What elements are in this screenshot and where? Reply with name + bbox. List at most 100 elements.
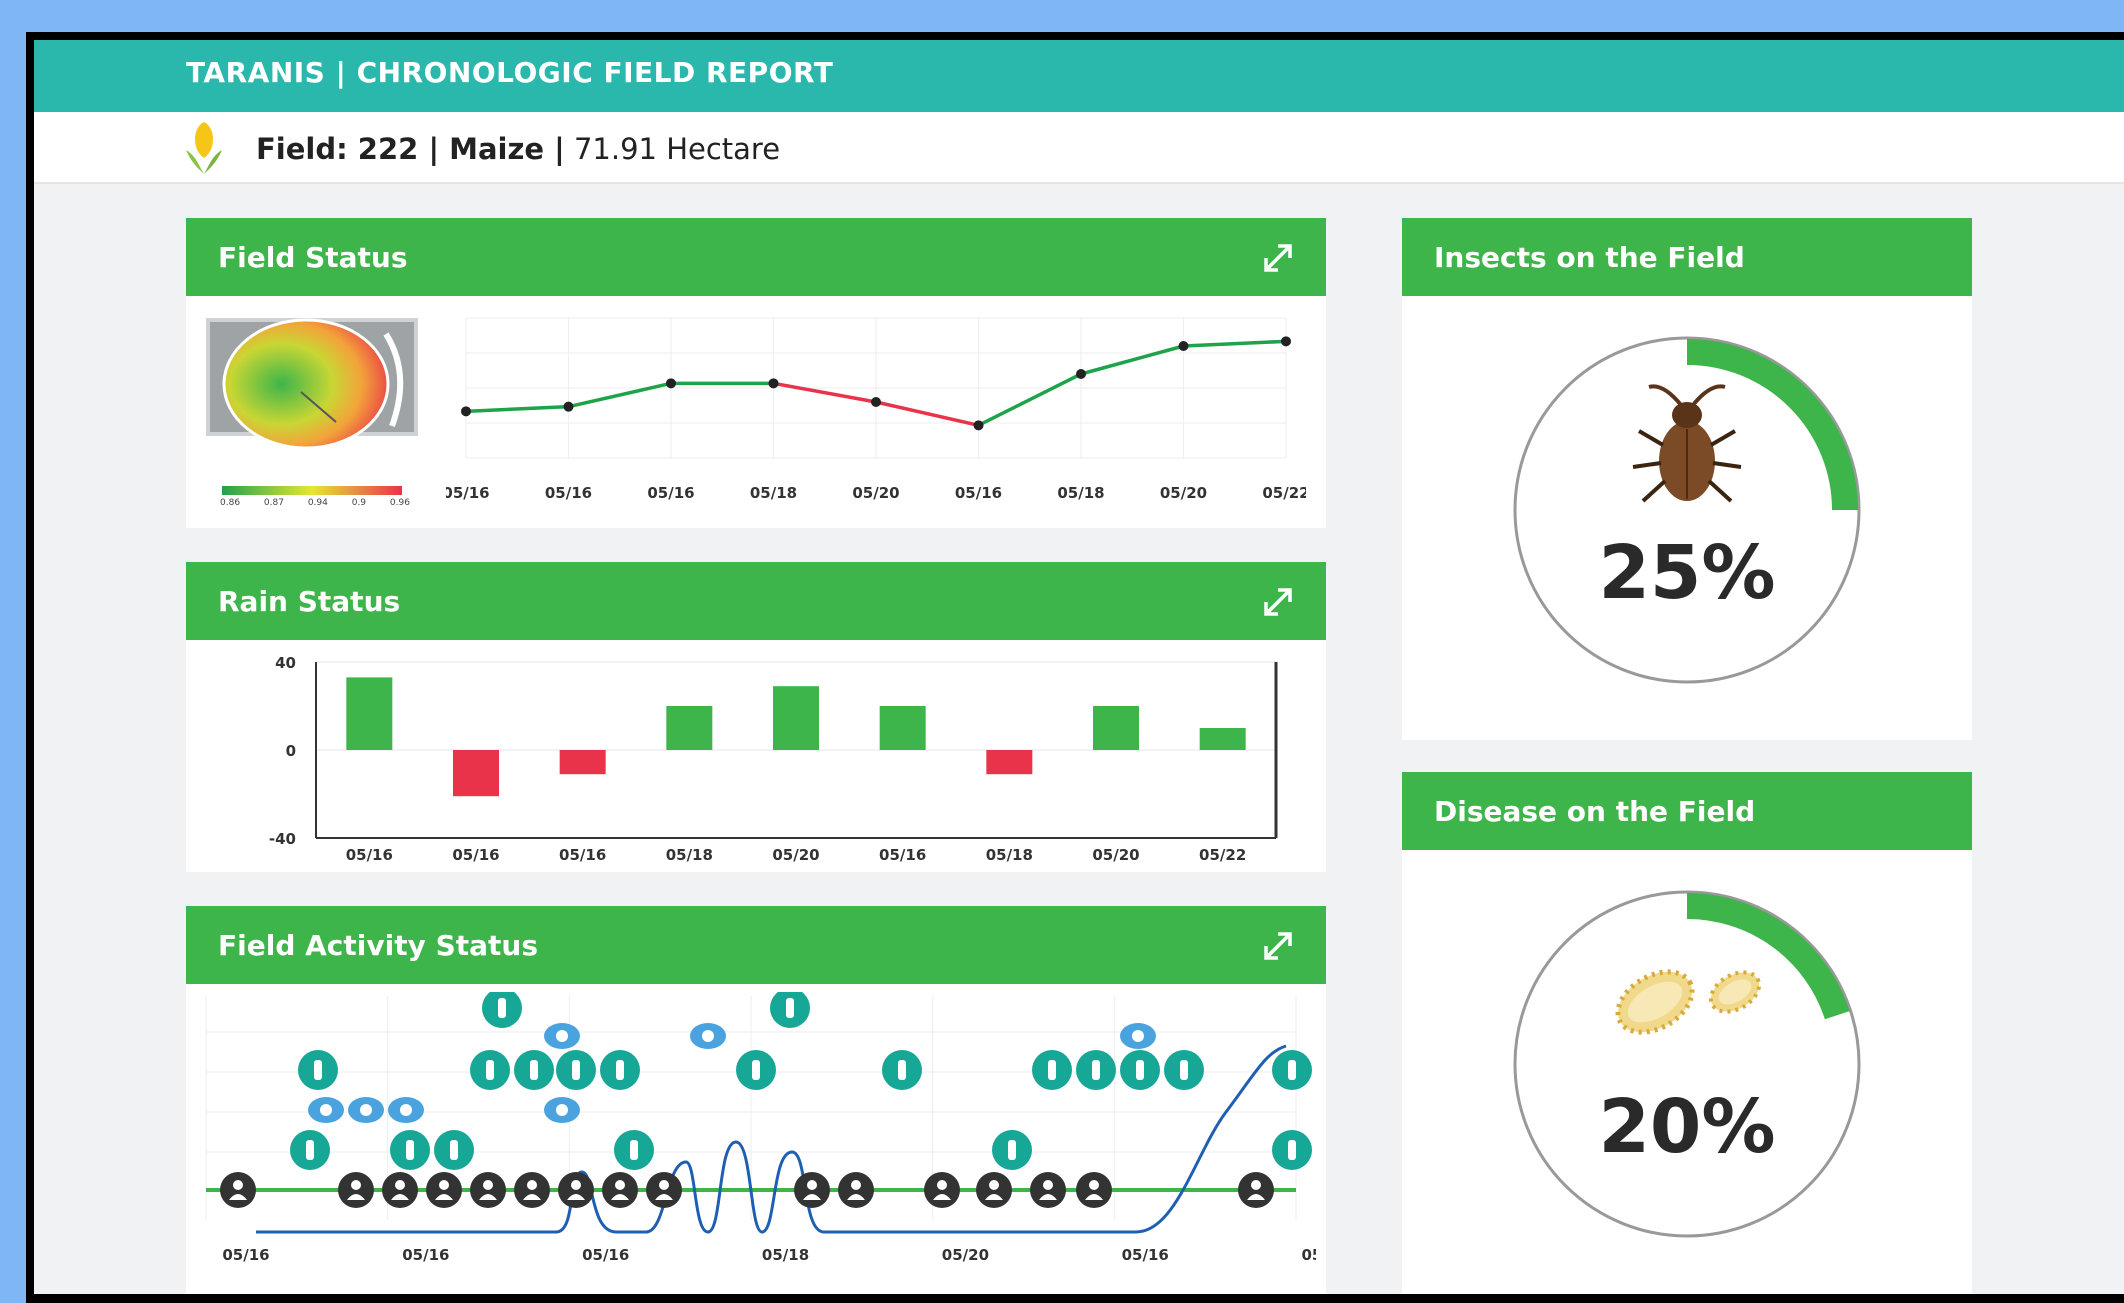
x-tick-label: 05/22 [1199,846,1246,864]
x-tick-label: 05/18 [1301,1246,1316,1264]
insects-percent: 25% [1598,530,1776,616]
person-icon [558,1172,594,1208]
eye-icon [544,1023,580,1049]
person-icon [426,1172,462,1208]
rain-bar [773,686,819,750]
x-tick-label: 05/18 [666,846,713,864]
rain-bar [879,706,926,750]
info-icon-mark [306,1140,314,1160]
eye-icon-pupil [320,1104,332,1116]
person-icon [838,1172,874,1208]
x-tick-label: 05/22 [1262,484,1306,502]
insects-header: Insects on the Field [1402,218,1972,296]
person-icon [646,1172,682,1208]
x-tick-label: 05/16 [446,484,490,502]
rain-status-title: Rain Status [218,585,401,618]
field-status-chart: 05/16 05/16 05/16 05/18 05/20 05/16 05/18 05/20… [446,317,1306,502]
info-icon-mark [450,1140,458,1160]
legend-tick: 0.87 [263,498,284,508]
x-tick-label: 05/16 [582,1246,629,1264]
series-line [875,400,979,428]
eye-icon-pupil [556,1030,568,1042]
info-icon [1164,1050,1204,1090]
rain-status-header: Rain Status [186,562,1326,640]
info-icon-mark [1048,1060,1056,1080]
x-tick-label: 05/16 [879,846,926,864]
person-icon-head [351,1180,361,1190]
field-area: 71.91 Hectare [564,132,781,166]
x-tick-label: 05/16 [452,846,499,864]
info-icon-mark [1288,1140,1296,1160]
info-icon-mark [752,1060,760,1080]
page-title: TARANIS | CHRONOLOGIC FIELD REPORT [186,56,834,89]
x-tick-label: 05/16 [402,1246,449,1264]
person-icon [1076,1172,1112,1208]
info-icon [600,1050,640,1090]
activity-status-panel: Field Activity Status 05/16 05/16 05/16 05/… [186,906,1326,1294]
info-icon [1032,1050,1072,1090]
person-icon-head [1251,1180,1261,1190]
info-icon [1272,1130,1312,1170]
legend-tick: 0.86 [220,498,241,508]
x-tick-label: 05/16 [647,484,694,502]
expand-icon[interactable] [1260,240,1296,276]
series-line [465,404,569,414]
info-icon [882,1050,922,1090]
info-icon-mark [1092,1060,1100,1080]
person-icon [514,1172,550,1208]
data-point [1076,369,1086,379]
data-point [871,397,881,407]
info-icon [770,992,810,1028]
eye-icon [348,1097,384,1123]
legend-tick: 0.9 [351,498,367,508]
expand-icon[interactable] [1260,584,1296,620]
person-icon [1030,1172,1066,1208]
series-line [1080,344,1184,376]
person-icon [382,1172,418,1208]
person-icon [338,1172,374,1208]
eye-icon-pupil [1132,1030,1144,1042]
person-icon-head [233,1180,243,1190]
person-icon-head [807,1180,817,1190]
x-tick-label: 05/16 [222,1246,269,1264]
field-info-bar: Field: 222 | Maize | 71.91 Hectare [34,112,2124,184]
dashboard: TARANIS | CHRONOLOGIC FIELD REPORT Field… [34,40,2124,1294]
disease-percent: 20% [1598,1084,1776,1170]
data-point [973,420,984,431]
person-icon [794,1172,830,1208]
person-icon-head [527,1180,537,1190]
info-icon-mark [486,1060,494,1080]
data-point [461,406,471,417]
info-icon [1076,1050,1116,1090]
rain-bar [559,750,606,775]
disease-title: Disease on the Field [1434,795,1756,828]
expand-icon[interactable] [1260,928,1296,964]
person-icon-head [571,1180,581,1190]
eye-icon [308,1097,344,1123]
person-icon-head [483,1180,493,1190]
person-icon-head [851,1180,861,1190]
info-icon-mark [898,1060,906,1080]
y-tick-label: 40 [275,654,296,672]
person-icon-head [395,1180,405,1190]
person-icon-head [659,1180,669,1190]
eye-icon-pupil [400,1104,412,1116]
info-icon-mark [786,998,794,1018]
data-point [563,401,574,412]
insects-panel: Insects on the Field 25% [1402,218,1972,740]
y-tick-label: 0 [286,742,296,760]
info-icon [298,1050,338,1090]
field-status-panel: Field Status 0.86 0.87 0.94 0.9 0.96 05/… [186,218,1326,528]
rain-bar [453,750,499,797]
info-icon [514,1050,554,1090]
data-point [768,378,779,389]
x-tick-label: 05/16 [955,484,1002,502]
eye-icon-pupil [556,1104,568,1116]
info-icon-mark [314,1060,322,1080]
info-icon-mark [1288,1060,1296,1080]
info-icon [290,1130,330,1170]
info-icon [1272,1050,1312,1090]
x-tick-label: 05/16 [1122,1246,1169,1264]
field-id-crop: Field: 222 | Maize | [256,132,565,166]
eye-icon [388,1097,424,1123]
